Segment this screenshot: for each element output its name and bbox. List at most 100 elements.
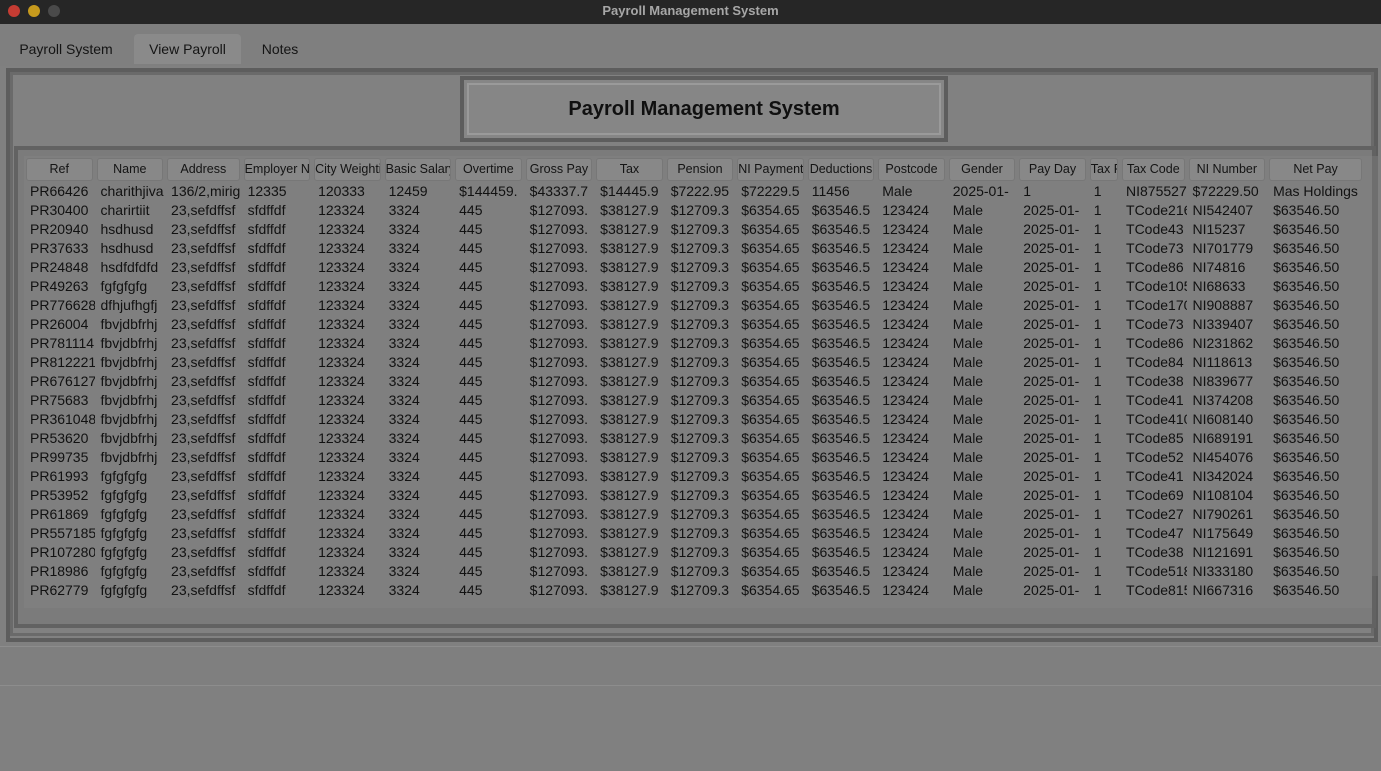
table-row[interactable]: PR676127 fbvjdbfrhj 23,sefdffsf sfdffdf 1233…	[24, 371, 1364, 390]
table-cell: 120333	[318, 182, 365, 199]
table-cell: $12709.3	[670, 581, 730, 598]
column-header[interactable]: Pension	[665, 156, 736, 181]
table-row[interactable]: PR75683 fbvjdbfrhj 23,sefdffsf sfdffdf 12332…	[24, 390, 1364, 409]
table-cell: Male	[952, 486, 984, 503]
table-row[interactable]: PR61993 fgfgfgfg 23,sefdffsf sfdffdf 123324 3…	[24, 466, 1364, 485]
column-header[interactable]: Gross Pay	[524, 156, 595, 181]
table-cell: $63546.50	[1273, 524, 1340, 541]
column-header[interactable]: Net Pay	[1267, 156, 1364, 181]
table-row[interactable]: PR557185 fgfgfgfg 23,sefdffsf sfdffdf 123324…	[24, 523, 1364, 542]
table-row[interactable]: PR24848 hsdfdfdfd 23,sefdffsf sfdffdf 123324…	[24, 257, 1364, 276]
column-header[interactable]: NI Payment	[735, 156, 806, 181]
tab-notes[interactable]: Notes	[251, 34, 309, 64]
table-row[interactable]: PR812221 fbvjdbfrhj 23,sefdffsf sfdffdf 1233…	[24, 352, 1364, 371]
table-cell: $63546.50	[1273, 315, 1340, 332]
table-cell: sfdffdf	[247, 296, 286, 313]
table-vertical-scrollbar[interactable]	[1372, 156, 1378, 576]
table-cell: 1	[1093, 429, 1102, 446]
table-cell: TCode41	[1126, 467, 1184, 484]
table-row[interactable]: PR49263 fgfgfgfg 23,sefdffsf sfdffdf 123324 3…	[24, 276, 1364, 295]
table-row[interactable]: PR53620 fbvjdbfrhj 23,sefdffsf sfdffdf 12332…	[24, 428, 1364, 447]
table-cell: fbvjdbfrhj	[100, 410, 158, 427]
table-cell: $6354.65	[741, 486, 800, 503]
table-cell: 1	[1093, 277, 1102, 294]
table-cell: $6354.65	[741, 372, 800, 389]
tab-view-payroll[interactable]: View Payroll	[134, 34, 241, 64]
tab-payroll-system[interactable]: Payroll System	[8, 34, 124, 64]
column-header[interactable]: Basic Salary	[383, 156, 454, 181]
table-cell: NI875527	[1126, 182, 1187, 199]
table-cell: $38127.9	[600, 486, 659, 503]
column-header[interactable]: Ref	[24, 156, 95, 181]
table-row[interactable]: PR361048 fbvjdbfrhj 23,sefdffsf sfdffdf 1233…	[24, 409, 1364, 428]
column-header[interactable]: NI Number	[1187, 156, 1268, 181]
table-cell: 3324	[388, 429, 420, 446]
column-header-label: Postcode	[878, 158, 945, 181]
table-cell: $63546.50	[1273, 429, 1340, 446]
table-cell: hsdhusd	[100, 239, 154, 256]
column-header[interactable]: Address	[165, 156, 242, 181]
table-cell: $63546.5	[811, 391, 871, 408]
table-cell: sfdffdf	[247, 562, 286, 579]
table-cell: $12709.3	[670, 391, 730, 408]
column-header-label: Ref	[26, 158, 93, 181]
page-title: Payroll Management System	[467, 83, 941, 135]
table-cell: 123424	[882, 239, 929, 256]
table-cell: 1	[1093, 505, 1102, 522]
table-cell: PR99735	[30, 448, 89, 465]
table-cell: $63546.50	[1273, 372, 1340, 389]
table-cell: $6354.65	[741, 429, 800, 446]
table-row[interactable]: PR107280 fgfgfgfg 23,sefdffsf sfdffdf 123324…	[24, 542, 1364, 561]
table-cell: 2025-01-	[1023, 372, 1080, 389]
table-cell: sfdffdf	[247, 486, 286, 503]
table-cell: $127093.	[529, 467, 589, 484]
column-header[interactable]: Deductions	[806, 156, 877, 181]
table-row[interactable]: PR66426 charithjiva 136/2,mirig 12335 120333…	[24, 181, 1364, 200]
table-cell: hsdfdfdfd	[100, 258, 159, 275]
table-cell: NI121691	[1192, 543, 1254, 560]
column-header[interactable]: Name	[95, 156, 166, 181]
table-row[interactable]: PR30400 charirtiit 23,sefdffsf sfdffdf 12332…	[24, 200, 1364, 219]
table-cell: NI231862	[1192, 334, 1254, 351]
table-cell: Male	[952, 239, 984, 256]
table-cell: $38127.9	[600, 239, 659, 256]
table-cell: $63546.50	[1273, 239, 1340, 256]
table-cell: 2025-01-	[1023, 353, 1080, 370]
table-cell: NI454076	[1192, 448, 1254, 465]
table-cell: 23,sefdffsf	[171, 353, 236, 370]
column-header-label: Deductions	[807, 158, 875, 181]
table-row[interactable]: PR776628 dfhjufhgfj 23,sefdffsf sfdffdf 1233…	[24, 295, 1364, 314]
table-row[interactable]: PR53952 fgfgfgfg 23,sefdffsf sfdffdf 123324 3…	[24, 485, 1364, 504]
table-cell: NI175649	[1192, 524, 1254, 541]
table-cell: $63546.5	[811, 220, 871, 237]
column-header[interactable]: Pay Day	[1017, 156, 1088, 181]
table-cell: $63546.5	[811, 334, 871, 351]
column-header[interactable]: Tax P	[1088, 156, 1120, 181]
column-header[interactable]: Gender	[947, 156, 1018, 181]
table-cell: fgfgfgfg	[100, 486, 148, 503]
table-cell: 123424	[882, 315, 929, 332]
table-cell: 123324	[318, 505, 365, 522]
column-header[interactable]: City Weighti	[312, 156, 383, 181]
table-cell: fbvjdbfrhj	[100, 372, 158, 389]
column-header[interactable]: Postcode	[876, 156, 947, 181]
table-cell: sfdffdf	[247, 524, 286, 541]
table-row[interactable]: PR26004 fbvjdbfrhj 23,sefdffsf sfdffdf 12332…	[24, 314, 1364, 333]
table-cell: PR61993	[30, 467, 89, 484]
table-row[interactable]: PR20940 hsdhusd 23,sefdffsf sfdffdf 123324 33…	[24, 219, 1364, 238]
table-row[interactable]: PR62779 fgfgfgfg 23,sefdffsf sfdffdf 123324 3…	[24, 580, 1364, 599]
column-header[interactable]: Tax Code	[1120, 156, 1186, 181]
table-cell: NI68633	[1192, 277, 1246, 294]
table-cell: $38127.9	[600, 220, 659, 237]
table-cell: $63546.50	[1273, 391, 1340, 408]
table-row[interactable]: PR18986 fgfgfgfg 23,sefdffsf sfdffdf 123324 3…	[24, 561, 1364, 580]
column-header[interactable]: Overtime	[453, 156, 524, 181]
table-row[interactable]: PR99735 fbvjdbfrhj 23,sefdffsf sfdffdf 12332…	[24, 447, 1364, 466]
table-row[interactable]: PR61869 fgfgfgfg 23,sefdffsf sfdffdf 123324 3…	[24, 504, 1364, 523]
column-header[interactable]: Employer Na	[242, 156, 313, 181]
table-row[interactable]: PR37633 hsdhusd 23,sefdffsf sfdffdf 123324 33…	[24, 238, 1364, 257]
column-header[interactable]: Tax	[594, 156, 665, 181]
table-cell: $63546.50	[1273, 220, 1340, 237]
table-cell: $63546.50	[1273, 543, 1340, 560]
table-row[interactable]: PR781114 fbvjdbfrhj 23,sefdffsf sfdffdf 1233…	[24, 333, 1364, 352]
